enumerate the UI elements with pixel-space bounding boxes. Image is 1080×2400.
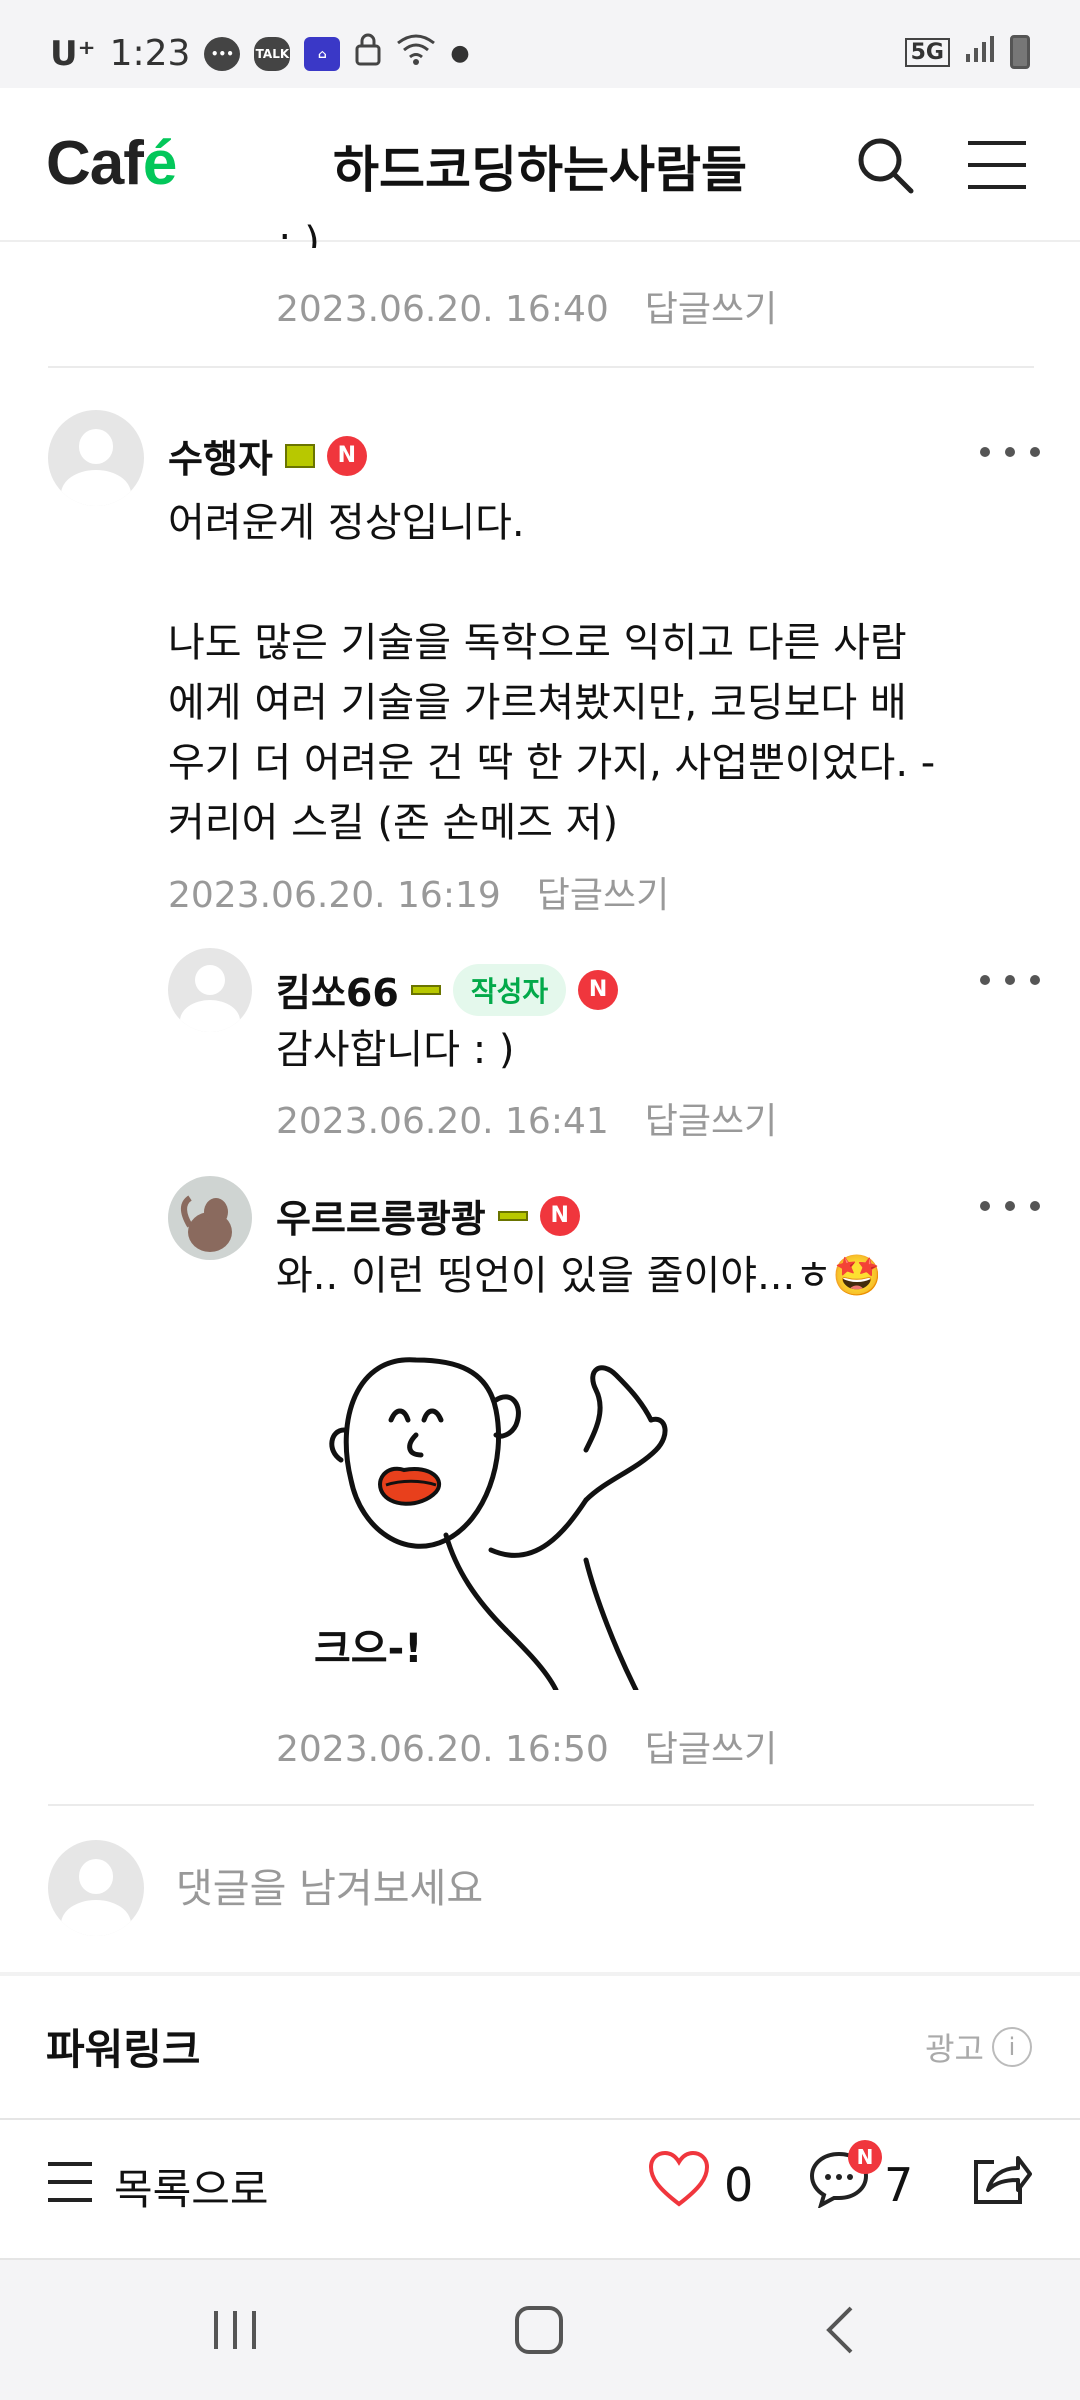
comment-date: 2023.06.20. 16:50 (276, 1729, 609, 1770)
new-badge: N (326, 435, 367, 476)
comment-new-badge: N (848, 2140, 882, 2174)
list-icon (46, 2160, 94, 2214)
status-bar: U⁺ 1:23 ••• TALK ⌂ ● 5G (0, 0, 1080, 88)
comment-input-placeholder[interactable]: 댓글을 남겨보세요 (176, 1856, 483, 1914)
info-icon[interactable]: i (992, 2027, 1032, 2067)
new-badge: N (578, 969, 619, 1010)
more-options-icon[interactable] (980, 442, 1040, 462)
comment-meta: 2023.06.20. 16:41 답글쓰기 (276, 1092, 777, 1144)
comment-author-row: 킴쏘66 작성자 N (276, 962, 619, 1017)
comment-bubble-icon: N (808, 2140, 882, 2219)
carrier-label: U⁺ (50, 33, 96, 74)
lock-icon (354, 32, 382, 75)
my-avatar (48, 1840, 144, 1936)
comment-divider (48, 366, 1034, 368)
back-to-list-label: 목록으로 (114, 2165, 269, 2214)
comment-text: 와.. 이런 띵언이 있을 줄이야...ㅎ🤩 (276, 1253, 882, 1299)
prev-comment-tail: : ) (278, 222, 320, 248)
section-divider (0, 1972, 1080, 1976)
new-badge: N (539, 1195, 580, 1236)
share-icon[interactable] (970, 2150, 1032, 2208)
comment-date: 2023.06.20. 16:40 (276, 289, 609, 330)
comment-date: 2023.06.20. 16:41 (276, 1101, 609, 1142)
comment-date: 2023.06.20. 16:19 (168, 875, 501, 916)
member-level-icon (410, 984, 441, 995)
like-button[interactable]: 0 (648, 2150, 753, 2219)
back-icon[interactable] (796, 2300, 886, 2360)
hamburger-menu-icon[interactable] (962, 130, 1032, 200)
comment-author-row: 수행자 N (168, 428, 367, 483)
home-app-icon: ⌂ (304, 36, 341, 71)
prev-comment-meta: 2023.06.20. 16:40 답글쓰기 (276, 280, 777, 332)
avatar[interactable] (48, 410, 144, 506)
app-header: Café 하드코딩하는사람들 (0, 88, 1080, 242)
comment-text: 감사합니다 : ) (276, 1027, 515, 1073)
comment-text: 어려운게 정상입니다. 나도 많은 기술을 독학으로 익히고 다른 사람 에게 … (168, 500, 936, 846)
battery-icon (1010, 35, 1030, 69)
more-options-icon[interactable] (980, 1196, 1040, 1216)
comment-count: 7 (884, 2157, 914, 2212)
like-count: 0 (724, 2157, 754, 2212)
status-time: 1:23 (109, 33, 191, 74)
thumbs-up-sticker[interactable]: 크으-! (296, 1330, 716, 1693)
recent-apps-icon[interactable] (190, 2300, 280, 2360)
powerlink-title: 파워링크 (46, 2025, 201, 2074)
signal-icon (964, 34, 996, 70)
more-options-icon[interactable] (980, 970, 1040, 990)
comment-author-row: 우르르릉쾅쾅 N (276, 1188, 580, 1243)
kakao-talk-icon: TALK (254, 36, 291, 71)
wifi-icon (396, 33, 436, 74)
cat-avatar[interactable] (168, 1176, 252, 1260)
comment-count-button[interactable]: N 7 (808, 2140, 914, 2219)
member-level-icon (284, 443, 315, 468)
back-to-list-button[interactable]: 목록으로 (46, 2156, 269, 2217)
sticker-caption: 크으-! (314, 1626, 423, 1672)
reply-button[interactable]: 답글쓰기 (645, 1101, 777, 1142)
network-label: 5G (904, 37, 950, 67)
heart-icon (648, 2150, 710, 2219)
comment-nickname[interactable]: 우르르릉쾅쾅 (276, 1188, 486, 1243)
reply-button[interactable]: 답글쓰기 (537, 875, 669, 916)
comment-nickname[interactable]: 킴쏘66 (276, 962, 399, 1017)
comment-nickname[interactable]: 수행자 (168, 428, 273, 483)
notification-dot-icon: ● (450, 41, 470, 66)
comment-meta: 2023.06.20. 16:50 답글쓰기 (276, 1720, 777, 1772)
chat-bubble-icon: ••• (204, 36, 241, 71)
author-tag: 작성자 (452, 963, 567, 1016)
ad-label: 광고 (925, 2030, 984, 2068)
avatar[interactable] (168, 948, 252, 1032)
comment-input-row[interactable]: 댓글을 남겨보세요 (0, 1806, 1080, 1976)
article-action-bar: 목록으로 0 N 7 (0, 2118, 1080, 2258)
comment-meta: 2023.06.20. 16:19 답글쓰기 (168, 866, 669, 918)
system-nav-bar (0, 2258, 1080, 2400)
reply-button[interactable]: 답글쓰기 (645, 1729, 777, 1770)
ad-label-group[interactable]: 광고 i (925, 2024, 1032, 2070)
member-level-icon (497, 1210, 528, 1221)
reply-button[interactable]: 답글쓰기 (645, 289, 777, 330)
home-icon[interactable] (494, 2300, 584, 2360)
search-icon[interactable] (850, 130, 920, 200)
